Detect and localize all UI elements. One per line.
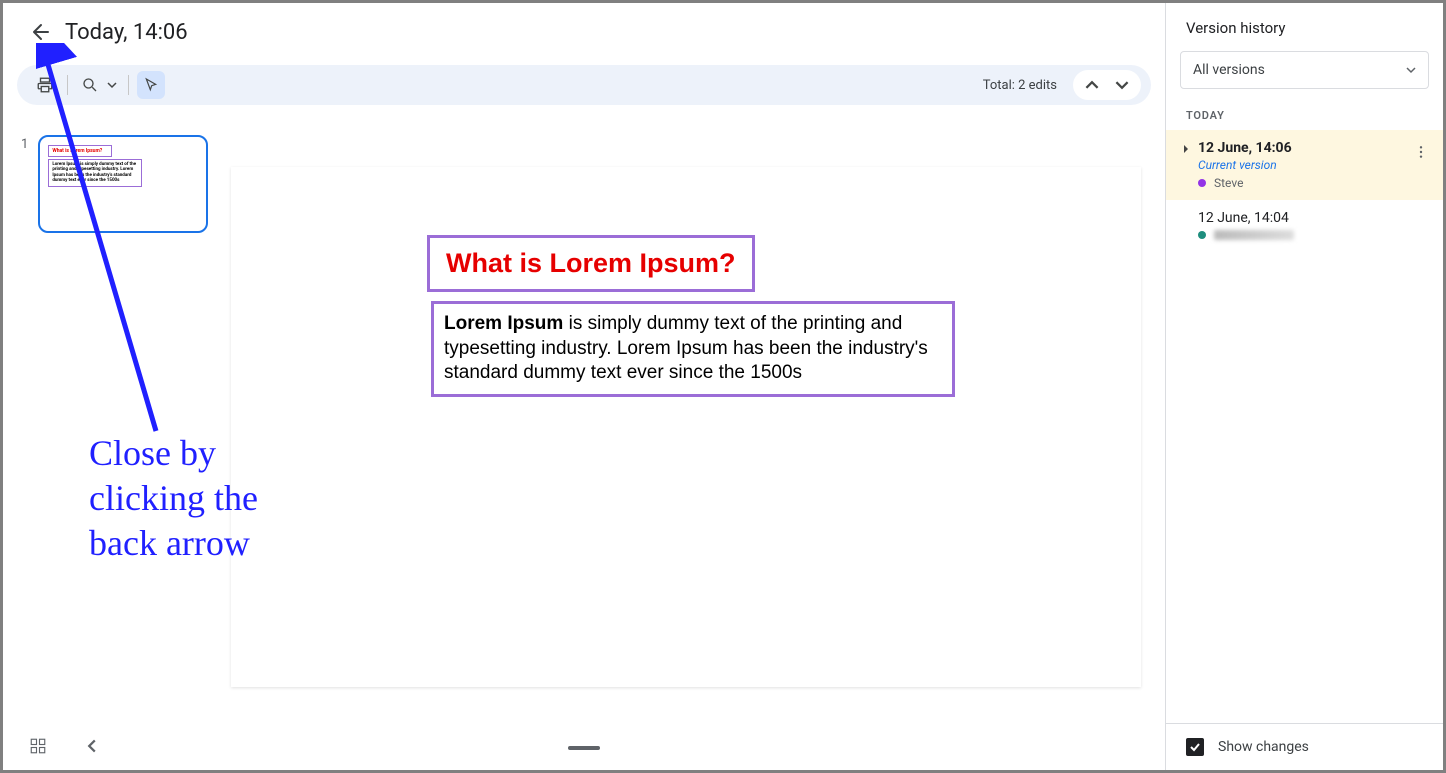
slide-thumbnail[interactable]: What is Lorem Ipsum? Lorem Ipsum is simp…	[38, 135, 208, 233]
version-body: 12 June, 14:04	[1198, 210, 1427, 240]
version-authors: Steve	[1198, 176, 1427, 190]
print-icon	[36, 76, 54, 94]
header: Today, 14:06	[3, 3, 1165, 61]
version-time: 12 June, 14:06	[1198, 140, 1427, 156]
page-title: Today, 14:06	[65, 20, 188, 45]
print-button[interactable]	[31, 71, 59, 99]
slide-body-box[interactable]: Lorem Ipsum is simply dummy text of the …	[431, 301, 955, 397]
version-time: 12 June, 14:04	[1198, 210, 1427, 226]
show-changes-label: Show changes	[1218, 739, 1309, 755]
sidebar-title: Version history	[1166, 3, 1443, 51]
slide-area[interactable]: What is Lorem Ipsum? Lorem Ipsum is simp…	[231, 135, 1165, 722]
version-history-sidebar: Version history All versions TODAY 12 Ju…	[1166, 3, 1443, 770]
thumb-mini-body: Lorem Ipsum is simply dummy text of the …	[48, 159, 142, 187]
expand-caret[interactable]	[1180, 140, 1192, 154]
version-author	[1198, 230, 1427, 240]
thumb-mini-title: What is Lorem Ipsum?	[48, 145, 112, 157]
sidebar-footer: Show changes	[1166, 723, 1443, 770]
main-area: Today, 14:06	[3, 3, 1166, 770]
more-vert-icon	[1413, 144, 1429, 160]
thumbnail-number: 1	[21, 135, 28, 233]
zoom-group	[76, 71, 120, 99]
divider	[67, 75, 68, 95]
chevron-up-icon	[1085, 78, 1099, 92]
caret-down-icon	[107, 80, 117, 90]
expand-caret-placeholder	[1180, 210, 1192, 214]
author-name: Steve	[1214, 176, 1243, 190]
slide-body-bold: Lorem Ipsum	[444, 313, 563, 334]
chevron-down-icon	[1115, 78, 1129, 92]
author-name-blurred	[1214, 230, 1294, 240]
footer	[3, 722, 1165, 770]
caret-down-icon	[1406, 65, 1416, 75]
annotation-text: Close by clicking the back arrow	[89, 431, 258, 566]
versions-dropdown-label: All versions	[1193, 62, 1265, 78]
arrow-left-icon	[29, 20, 53, 44]
chevron-left-icon	[85, 739, 99, 753]
pointer-button[interactable]	[137, 71, 165, 99]
zoom-button[interactable]	[76, 71, 104, 99]
section-label-today: TODAY	[1166, 99, 1443, 130]
cursor-icon	[143, 77, 159, 93]
prev-edit-button[interactable]	[1079, 72, 1105, 98]
grid-view-button[interactable]	[23, 731, 53, 761]
show-changes-checkbox[interactable]	[1186, 738, 1204, 756]
version-item-current[interactable]: 12 June, 14:06 Current version Steve	[1166, 130, 1443, 200]
version-more-button[interactable]	[1409, 140, 1433, 164]
divider	[128, 75, 129, 95]
author-dot-icon	[1198, 179, 1206, 187]
version-body: 12 June, 14:06 Current version Steve	[1198, 140, 1427, 190]
version-authors	[1198, 230, 1427, 240]
drag-handle[interactable]	[568, 746, 600, 750]
magnifier-icon	[81, 76, 99, 94]
check-icon	[1189, 741, 1201, 753]
slide-canvas[interactable]: What is Lorem Ipsum? Lorem Ipsum is simp…	[231, 167, 1141, 687]
edits-total: Total: 2 edits	[983, 78, 1057, 93]
version-subtitle: Current version	[1198, 158, 1427, 172]
collapse-button[interactable]	[77, 731, 107, 761]
nav-arrows	[1073, 70, 1141, 100]
back-button[interactable]	[21, 12, 61, 52]
toolbar-row: Total: 2 edits	[3, 61, 1165, 117]
version-author: Steve	[1198, 176, 1427, 190]
caret-right-icon	[1181, 144, 1191, 154]
version-item[interactable]: 12 June, 14:04	[1166, 200, 1443, 250]
thumbnail-row: 1 What is Lorem Ipsum? Lorem Ipsum is si…	[21, 135, 231, 233]
toolbar: Total: 2 edits	[17, 65, 1151, 105]
next-edit-button[interactable]	[1109, 72, 1135, 98]
versions-dropdown[interactable]: All versions	[1180, 51, 1429, 89]
thumbnail-column: 1 What is Lorem Ipsum? Lorem Ipsum is si…	[21, 135, 231, 722]
zoom-dropdown[interactable]	[104, 71, 120, 99]
author-dot-icon	[1198, 231, 1206, 239]
slide-title-box[interactable]: What is Lorem Ipsum?	[427, 235, 755, 292]
grid-icon	[29, 737, 47, 755]
workspace: 1 What is Lorem Ipsum? Lorem Ipsum is si…	[3, 117, 1165, 722]
